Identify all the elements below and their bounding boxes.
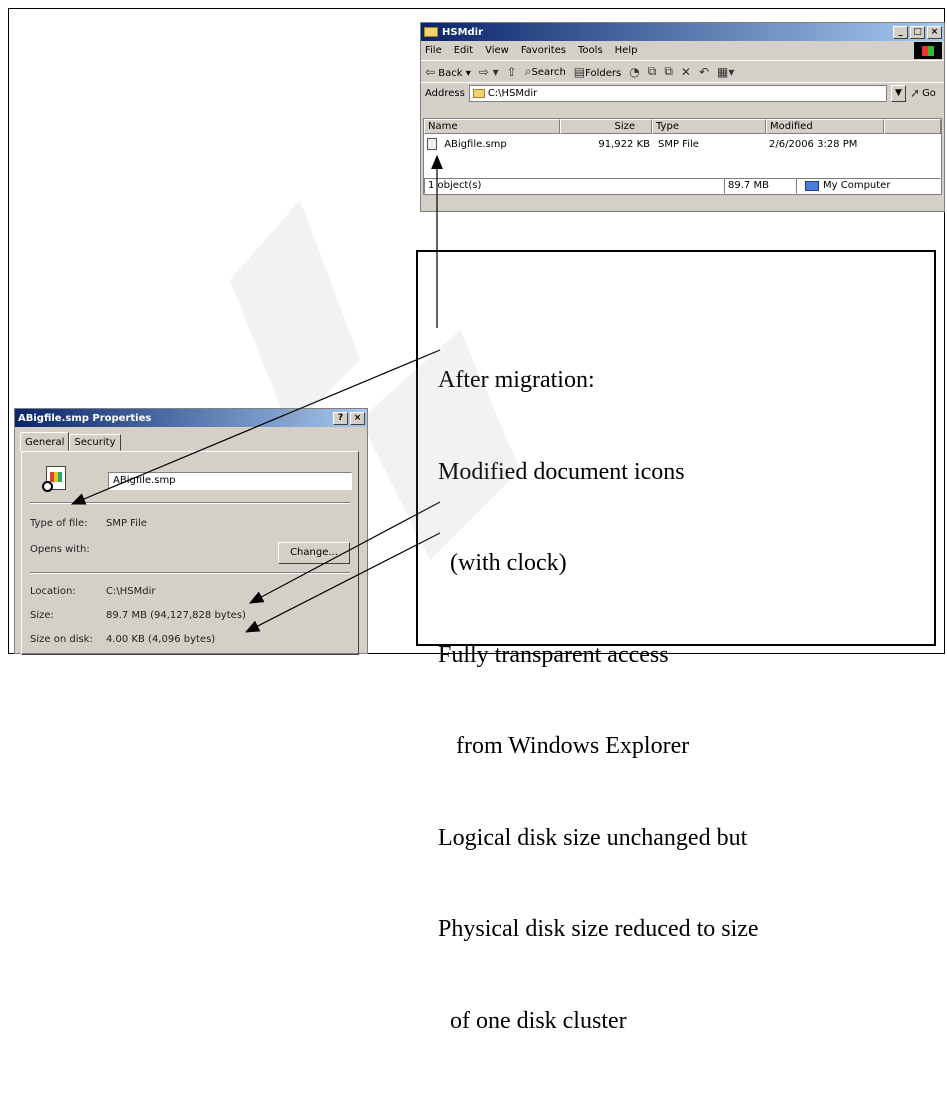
callout-line: of one disk cluster <box>438 1007 627 1034</box>
callout-line: Physical disk size reduced to size <box>438 916 759 942</box>
callout-line: from Windows Explorer <box>438 733 690 759</box>
watermark <box>230 200 520 560</box>
tab-general[interactable]: General <box>20 432 70 451</box>
callout-line: Logical disk size unchanged but <box>438 824 748 851</box>
